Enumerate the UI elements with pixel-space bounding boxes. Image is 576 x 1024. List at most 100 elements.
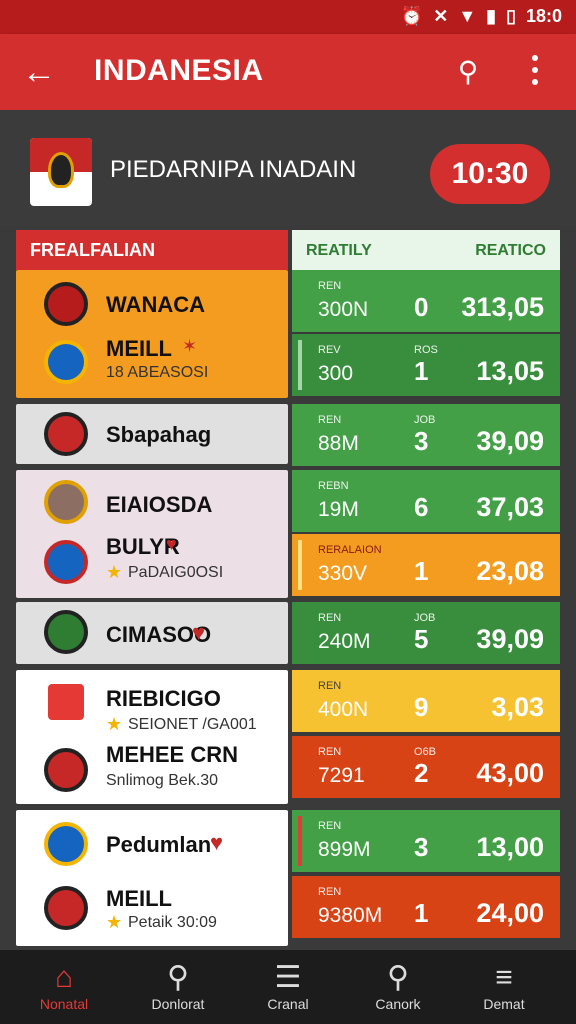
odds-cell[interactable]: REV 300 ROS 1 13,05 [292, 334, 560, 396]
odds-amount: 400N [318, 698, 369, 721]
team-crest-icon [30, 138, 92, 206]
team-name: MEHEE CRN [106, 742, 239, 767]
odds-value: 313,05 [461, 292, 544, 322]
nav-item-search-2[interactable]: ⚲ Canork [348, 960, 448, 1012]
odds-count: 1 [414, 556, 429, 586]
nav-item-search[interactable]: ⚲ Donlorat [128, 960, 228, 1012]
app-bar: ← INDANESIA ⚲ [0, 34, 576, 110]
search-icon: ⚲ [167, 961, 189, 994]
team-name: PIEDARNIPA INADAIN [110, 156, 357, 183]
star-icon: ★ [106, 562, 123, 582]
odds-count: 1 [414, 898, 429, 928]
odds-header: REATILY REATICO [292, 230, 560, 270]
team-logo-icon [44, 282, 88, 326]
nav-item-list[interactable]: ☰ Cranal [238, 960, 338, 1012]
odds-small: ROS [414, 344, 438, 356]
match-time-badge[interactable]: 10:30 [430, 144, 550, 204]
favorite-icon[interactable]: ♥ [166, 534, 177, 555]
nav-item-home[interactable]: ⌂ Nonatal [14, 960, 114, 1012]
odds-indicator [298, 540, 302, 590]
team-sub: Petaik 30:09 [128, 914, 217, 931]
odds-amount: 300 [318, 362, 354, 385]
odds-cell[interactable]: REN 7291 O6B 2 43,00 [292, 736, 560, 798]
odds-indicator [298, 340, 302, 390]
odds-label: REBN [318, 480, 349, 492]
odds-header-left: REATILY [306, 242, 372, 259]
team-name: WANACA [106, 292, 205, 317]
odds-cell[interactable]: REN 899M 3 13,00 [292, 810, 560, 872]
match-card[interactable]: WANACA MEILL ✶ 18 ABEASOSI [16, 270, 288, 398]
odds-header-right: REATICO [475, 242, 546, 259]
match-card[interactable]: CIMASOO ♥ [16, 602, 288, 664]
odds-value: 39,09 [476, 426, 544, 456]
odds-label: REN [318, 886, 342, 898]
odds-count: 1 [414, 356, 429, 386]
odds-value: 39,09 [476, 624, 544, 654]
player-avatar [44, 680, 88, 724]
favorite-icon[interactable]: ♥ [210, 830, 223, 856]
nav-item-menu[interactable]: ≡ Demat [454, 960, 554, 1012]
nav-label: Demat [483, 996, 525, 1012]
profile-action-icon[interactable]: ⚲ [448, 52, 488, 92]
odds-count: 6 [414, 492, 429, 522]
odds-amount: 240M [318, 630, 371, 653]
more-menu-icon[interactable] [520, 52, 550, 92]
odds-label: REV [318, 344, 341, 356]
odds-value: 37,03 [476, 492, 544, 522]
match-card[interactable]: Sbapahag [16, 404, 288, 464]
nav-label: Cranal [267, 996, 309, 1012]
team-logo-icon [44, 540, 88, 584]
odds-amount: 9380M [318, 904, 383, 927]
odds-cell[interactable]: REN 300N 0 313,05 [292, 270, 560, 332]
favorite-icon[interactable]: ♥ [192, 620, 205, 646]
team-logo-icon [44, 412, 88, 456]
team-name: MEILL [106, 336, 172, 361]
odds-indicator [298, 816, 302, 866]
team-sub: Snlimog Bek.30 [106, 772, 219, 789]
favorite-icon[interactable]: ✶ [182, 336, 197, 357]
bottom-nav: ⌂ Nonatal ⚲ Donlorat ☰ Cranal ⚲ Canork ≡… [0, 950, 576, 1024]
team-logo-icon [44, 748, 88, 792]
signal-icon: ▮ [486, 6, 497, 26]
odds-count: 9 [414, 692, 429, 722]
team-name: MEILL [106, 886, 172, 911]
star-icon: ★ [106, 912, 123, 932]
odds-cell[interactable]: REN 9380M 1 24,00 [292, 876, 560, 938]
match-card[interactable]: RIEBICIGO ★ SEIONET /GA001 MEHEE CRN Snl… [16, 670, 288, 804]
odds-label: REN [318, 414, 342, 426]
status-time: 18:0 [525, 6, 562, 26]
team-name: Sbapahag [106, 422, 212, 447]
team-name: EIAIOSDA [106, 492, 213, 517]
odds-small: O6B [414, 746, 437, 758]
odds-count: 3 [414, 426, 429, 456]
odds-amount: 7291 [318, 764, 365, 787]
battery-icon: ▯ [506, 6, 516, 26]
odds-cell[interactable]: REN 240M JOB 5 39,09 [292, 602, 560, 664]
odds-cell[interactable]: REN 400N 9 3,03 [292, 670, 560, 732]
team-name: Pedumlan [106, 832, 212, 857]
nav-label: Canork [375, 996, 421, 1012]
match-card[interactable]: Pedumlan ♥ MEILL ★ Petaik 30:09 [16, 810, 288, 946]
wifi-icon: ▼ [458, 6, 477, 26]
odds-value: 3,03 [491, 692, 544, 722]
team-logo-icon [44, 822, 88, 866]
match-card[interactable]: EIAIOSDA BULYR ♥ ★ PaDAIG0OSI [16, 470, 288, 598]
odds-label: REN [318, 746, 342, 758]
odds-value: 43,00 [476, 758, 544, 788]
team-logo-icon [44, 610, 88, 654]
odds-cell[interactable]: RERALAION 330V 1 23,08 [292, 534, 560, 596]
odds-count: 2 [414, 758, 429, 788]
odds-cell[interactable]: REBN 19M 6 37,03 [292, 470, 560, 532]
star-icon: ★ [106, 714, 123, 734]
odds-small: JOB [414, 414, 436, 426]
odds-cell[interactable]: REN 88M JOB 3 39,09 [292, 404, 560, 466]
odds-value: 13,05 [476, 356, 544, 386]
search-icon: ⚲ [387, 961, 409, 994]
odds-label: REN [318, 280, 342, 292]
back-arrow-icon[interactable]: ← [22, 52, 62, 92]
team-name: RIEBICIGO [106, 686, 221, 711]
team-logo-icon [44, 480, 88, 524]
odds-label: REN [318, 680, 342, 692]
page-title: INDANESIA [94, 54, 264, 87]
odds-label: REN [318, 820, 342, 832]
